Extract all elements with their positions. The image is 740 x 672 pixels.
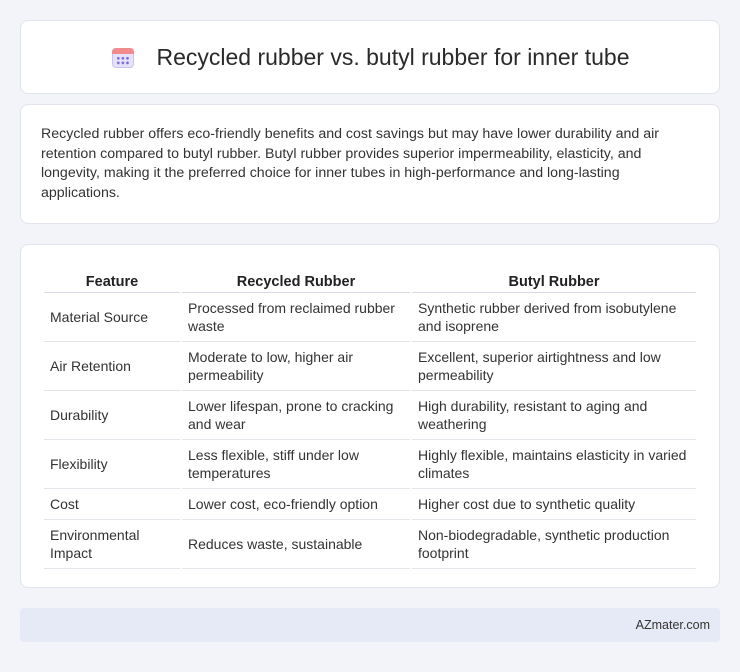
butyl-cell: Highly flexible, maintains elasticity in… — [412, 440, 696, 489]
butyl-cell: High durability, resistant to aging and … — [412, 391, 696, 440]
table-row: Environmental Impact Reduces waste, sust… — [44, 520, 696, 569]
header-butyl-rubber: Butyl Rubber — [412, 265, 696, 293]
recycled-cell: Moderate to low, higher air permeability — [182, 342, 410, 391]
table-row: Air Retention Moderate to low, higher ai… — [44, 342, 696, 391]
summary-card: Recycled rubber offers eco-friendly bene… — [20, 104, 720, 224]
table-row: Material Source Processed from reclaimed… — [44, 293, 696, 342]
title-card: Recycled rubber vs. butyl rubber for inn… — [20, 20, 720, 94]
recycled-cell: Processed from reclaimed rubber waste — [182, 293, 410, 342]
table-row: Durability Lower lifespan, prone to crac… — [44, 391, 696, 440]
comparison-card: Feature Recycled Rubber Butyl Rubber Mat… — [20, 244, 720, 588]
butyl-cell: Excellent, superior airtightness and low… — [412, 342, 696, 391]
butyl-cell: Higher cost due to synthetic quality — [412, 489, 696, 520]
butyl-cell: Synthetic rubber derived from isobutylen… — [412, 293, 696, 342]
summary-text: Recycled rubber offers eco-friendly bene… — [41, 126, 660, 201]
feature-cell: Flexibility — [44, 440, 180, 489]
feature-cell: Environmental Impact — [44, 520, 180, 569]
table-row: Cost Lower cost, eco-friendly option Hig… — [44, 489, 696, 520]
header-feature: Feature — [44, 265, 180, 293]
recycled-cell: Reduces waste, sustainable — [182, 520, 410, 569]
recycled-cell: Lower lifespan, prone to cracking and we… — [182, 391, 410, 440]
table-row: Flexibility Less flexible, stiff under l… — [44, 440, 696, 489]
butyl-cell: Non-biodegradable, synthetic production … — [412, 520, 696, 569]
feature-cell: Durability — [44, 391, 180, 440]
table-header-row: Feature Recycled Rubber Butyl Rubber — [44, 265, 696, 293]
comparison-table: Feature Recycled Rubber Butyl Rubber Mat… — [42, 265, 698, 569]
calendar-icon — [110, 44, 136, 70]
feature-cell: Cost — [44, 489, 180, 520]
feature-cell: Material Source — [44, 293, 180, 342]
recycled-cell: Less flexible, stiff under low temperatu… — [182, 440, 410, 489]
footer-brand-link[interactable]: AZmater.com — [636, 618, 710, 632]
header-recycled-rubber: Recycled Rubber — [182, 265, 410, 293]
recycled-cell: Lower cost, eco-friendly option — [182, 489, 410, 520]
footer-bar: AZmater.com — [20, 608, 720, 642]
feature-cell: Air Retention — [44, 342, 180, 391]
page-title: Recycled rubber vs. butyl rubber for inn… — [156, 43, 630, 70]
